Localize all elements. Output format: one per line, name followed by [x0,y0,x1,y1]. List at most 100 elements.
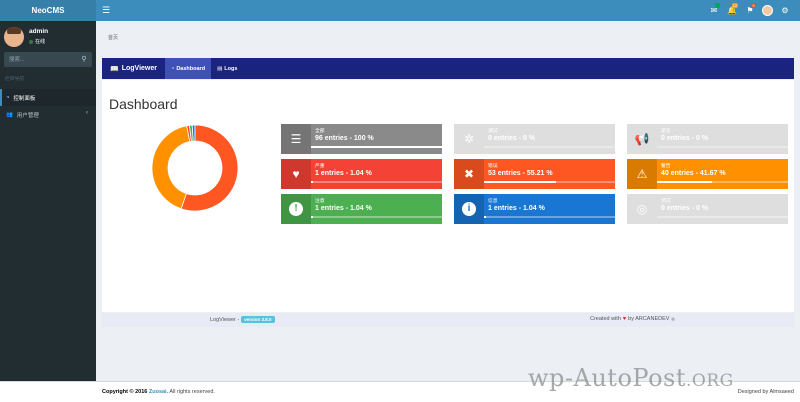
level-count: 1 entries - 1.04 % [488,205,545,212]
search-icon[interactable]: ⚲ [79,55,89,65]
flag-icon[interactable]: ⚑ 9 [741,3,759,18]
sidebar-search-input[interactable] [4,52,78,67]
online-dot-icon [29,39,33,44]
logviewer-footer: LogViewer - version 3.8.0 Created with ♥… [102,313,794,327]
level-label: 严重 [315,164,325,169]
book-icon: 📖 [110,65,119,73]
levels-donut-chart [151,124,239,212]
level-count: 53 entries - 55.21 % [488,170,553,177]
level-progress-track [657,146,788,148]
watermark-suffix: .ORG [685,371,734,391]
level-box[interactable]: ◎ 调试 0 entries - 0 % [627,194,788,224]
sidebar-search: ⚲ [4,52,92,67]
level-progress-fill [311,146,442,148]
tab-dashboard[interactable]: ◔ Dashboard [165,58,212,79]
top-navbar: ☰ ✉ 🔔 10 ⚑ 9 ⚙ [96,0,800,21]
breadcrumb[interactable]: 首页 [108,34,118,41]
level-count: 40 entries - 41.67 % [661,170,726,177]
tab-logs[interactable]: ▤ Logs [211,58,243,79]
logviewer-brand[interactable]: 📖 LogViewer [102,58,165,79]
created-with: Created with ♥ by ARCANEDEV ® [590,316,675,322]
tab-label: Dashboard [176,65,206,72]
dashboard-icon: ◔ [171,65,175,72]
heart-icon: ♥ [622,316,627,322]
level-count: 1 entries - 1.04 % [315,170,372,177]
level-label: 调试 [488,129,498,134]
user-status-label: 在线 [35,39,46,45]
level-count: 1 entries - 1.04 % [315,205,372,212]
level-label: 错误 [488,164,498,169]
level-label: 调试 [661,199,671,204]
page-title: Dashboard [109,96,178,112]
sidebar-item-label: 用户管理 [16,112,39,119]
exclamation-circle-icon: ! [281,194,311,224]
life-ring-icon: ◎ [636,202,648,216]
sidebar-nav-header: 栏目导航 [5,77,25,82]
level-progress-fill [657,181,712,183]
donut-slice[interactable] [151,125,191,210]
bug-icon: ✲ [463,132,475,146]
notification-badge: 10 [731,3,738,8]
watermark: wp-AutoPost.ORG [528,364,734,392]
logviewer-version: LogViewer - version 3.8.0 [210,316,275,323]
level-box[interactable]: ☰ 全部 96 entries - 100 % [281,124,442,154]
level-box[interactable]: ♥ 严重 1 entries - 1.04 % [281,159,442,189]
level-count: 0 entries - 0 % [488,135,536,142]
tab-label: Logs [224,65,238,72]
heartbeat-icon: ♥ [281,159,311,189]
hamburger-icon[interactable]: ☰ [102,5,110,16]
designed-by[interactable]: Designed by Almsaeed [738,389,794,395]
dashboard-icon: ◔ [6,94,10,101]
mail-badge [715,3,720,8]
level-box[interactable]: ✖ 错误 53 entries - 55.21 % [454,159,615,189]
copyright-brand-link[interactable]: Zuosai. [149,389,168,395]
bullhorn-icon: 📢 [634,132,650,146]
level-label: 全部 [315,129,325,134]
chevron-left-icon: ‹ [86,110,88,116]
app-logo[interactable]: NeoCMS [0,0,96,21]
level-label: 警告 [661,164,671,169]
sidebar-item-dashboard[interactable]: ◔ 控制面板 [0,89,96,106]
user-name: admin [29,28,49,35]
times-circle-icon: ✖ [454,159,484,189]
level-progress-fill [484,181,557,183]
top-right-icons: ✉ 🔔 10 ⚑ 9 ⚙ [705,3,794,18]
level-progress-track [311,146,442,148]
created-by-link[interactable]: by ARCANEDEV [628,316,669,322]
dashboard-panel: Dashboard ☰ 全部 96 entries - 100 % ✲ 调试 0 entr… [102,80,794,312]
level-progress-track [484,146,615,148]
level-progress-fill [484,216,486,218]
level-label: 紧急 [661,129,671,134]
level-box[interactable]: 📢 紧急 0 entries - 0 % [627,124,788,154]
user-panel: admin 在线 [4,27,94,47]
logviewer-footer-name: LogViewer - [210,316,240,323]
level-box[interactable]: ⚠ 警告 40 entries - 41.67 % [627,159,788,189]
warning-icon: ⚠ [627,159,657,189]
users-icon: 👥 [6,111,13,118]
copyright-prefix: Copyright © 2016 [102,389,148,395]
level-box[interactable]: ! 注意 1 entries - 1.04 % [281,194,442,224]
level-count: 0 entries - 0 % [661,205,709,212]
gears-icon[interactable]: ⚙ [776,3,794,18]
level-progress-track [484,181,615,183]
top-user-avatar[interactable] [762,5,773,16]
mail-icon[interactable]: ✉ [705,3,723,18]
level-progress-track [484,216,615,218]
level-progress-track [657,181,788,183]
registered-mark: ® [671,316,675,322]
version-badge: version 3.8.0 [241,316,275,323]
sidebar: admin 在线 ⚲ 栏目导航 ◔ 控制面板 👥 用户管理 ‹ [0,21,96,381]
level-box[interactable]: ✲ 调试 0 entries - 0 % [454,124,615,154]
sidebar-item-label: 控制面板 [13,95,36,102]
level-count: 0 entries - 0 % [661,135,709,142]
info-circle-icon: i [454,194,484,224]
bell-icon[interactable]: 🔔 10 [723,3,741,18]
copyright: Copyright © 2016 Zuosai. All rights rese… [102,389,215,395]
copyright-suffix: All rights reserved. [169,389,215,395]
level-label: 信息 [488,199,498,204]
level-progress-track [657,216,788,218]
level-box[interactable]: i 信息 1 entries - 1.04 % [454,194,615,224]
watermark-text: wp-AutoPost [528,364,686,392]
list-icon: ☰ [281,124,311,154]
sidebar-item-users[interactable]: 👥 用户管理 ‹ [0,106,96,123]
